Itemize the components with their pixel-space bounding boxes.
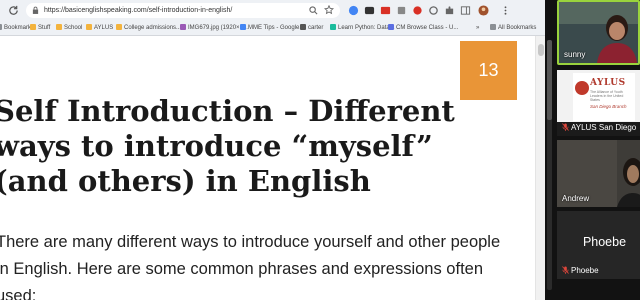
class-icon (388, 24, 394, 30)
web-page: 13 Self Introduction – Different ways to… (0, 36, 545, 300)
bookmark-item[interactable]: AYLUS (86, 23, 113, 34)
item-number-badge: 13 (460, 41, 517, 100)
bookmark-item[interactable]: College admissions... (116, 23, 181, 34)
reload-icon[interactable] (8, 5, 19, 16)
folder-icon (56, 24, 62, 30)
participant-label-bar: AYLUS San Diego (557, 122, 640, 136)
zoom-icon[interactable] (309, 6, 318, 15)
extension-dark-icon[interactable] (364, 5, 375, 16)
bookmark-star-icon[interactable] (324, 5, 334, 15)
extension-red-icon[interactable] (380, 5, 391, 16)
folder-icon (30, 24, 36, 30)
aylus-logo-slide: AYLUS The Alliance of Youth Leaders in t… (573, 73, 635, 121)
participant-name: sunny (564, 50, 586, 59)
article-intro: There are many different ways to introdu… (0, 233, 501, 300)
browser-toolbar: https://basicenglishspeaking.com/self-in… (0, 0, 545, 21)
bookmark-item[interactable]: IMG679.jpg (1920×1... (180, 23, 248, 34)
side-panel-icon[interactable] (460, 5, 471, 16)
folder-icon (490, 24, 496, 30)
bookmark-item[interactable]: carter (300, 23, 323, 34)
bookmark-item[interactable]: School (56, 23, 82, 34)
mic-muted-icon (562, 123, 569, 131)
bookmark-item[interactable]: Stuff (30, 23, 50, 34)
aylus-logo-subtitle: The Alliance of Youth Leaders in the Uni… (590, 90, 624, 102)
page-scroll-thumb[interactable] (538, 44, 544, 56)
docs-icon (240, 24, 246, 30)
image-icon (180, 24, 186, 30)
participant-name: AYLUS San Diego (562, 123, 636, 133)
bookmarks-bar: Bookmarks Stuff School AYLUS College adm… (0, 21, 545, 36)
gallery-scrollbar[interactable] (547, 40, 552, 290)
browser-window: https://basicenglishspeaking.com/self-in… (0, 0, 545, 300)
mic-muted-icon (562, 266, 569, 274)
profile-avatar-icon[interactable] (478, 5, 489, 16)
extension-settings-icon[interactable] (428, 5, 439, 16)
article-title: Self Introduction – Different ways to in… (0, 94, 455, 198)
participant-name: Phoebe (562, 266, 599, 276)
extensions-puzzle-icon[interactable] (444, 5, 455, 16)
gallery-scroll-thumb[interactable] (547, 40, 552, 120)
bookmark-item[interactable]: Learn Python: Data... (330, 23, 395, 34)
page-scrollbar[interactable] (535, 36, 545, 300)
aylus-emblem-icon (575, 81, 589, 95)
bookmark-item[interactable]: MME Tips - Google... (240, 23, 304, 34)
extension-g-icon[interactable] (348, 5, 359, 16)
participant-tile-phoebe[interactable]: Phoebe Phoebe (557, 211, 640, 279)
extension-gray-icon[interactable] (396, 5, 407, 16)
url-text: https://basicenglishspeaking.com/self-in… (44, 7, 233, 14)
address-bar[interactable]: https://basicenglishspeaking.com/self-in… (26, 3, 340, 18)
folder-icon (116, 24, 122, 30)
participant-tile-aylus[interactable]: AYLUS The Alliance of Youth Leaders in t… (557, 70, 640, 136)
aylus-logo-text: AYLUS (590, 78, 626, 88)
participant-display-name: Phoebe (582, 235, 627, 249)
participant-tile-andrew[interactable]: Andrew (557, 140, 640, 207)
all-bookmarks-button[interactable]: All Bookmarks (490, 23, 536, 34)
folder-icon (86, 24, 92, 30)
participant-name: Andrew (562, 194, 590, 203)
menu-kebab-icon[interactable] (500, 5, 511, 16)
aylus-logo-branch: San Diego Branch (590, 104, 627, 109)
folder-icon (0, 24, 2, 30)
site-info-icon[interactable] (32, 6, 39, 14)
site-icon (300, 24, 306, 30)
extension-record-icon[interactable] (412, 5, 423, 16)
participant-tile-sunny[interactable]: sunny (557, 0, 640, 65)
bookmark-item[interactable]: CM Browse Class - U... (388, 23, 458, 34)
course-icon (330, 24, 336, 30)
bookmark-item[interactable]: Bookmarks (0, 23, 34, 34)
bookmarks-overflow-button[interactable]: » (476, 23, 479, 34)
participant-gallery: sunny AYLUS The Alliance of Youth Leader… (545, 0, 640, 300)
